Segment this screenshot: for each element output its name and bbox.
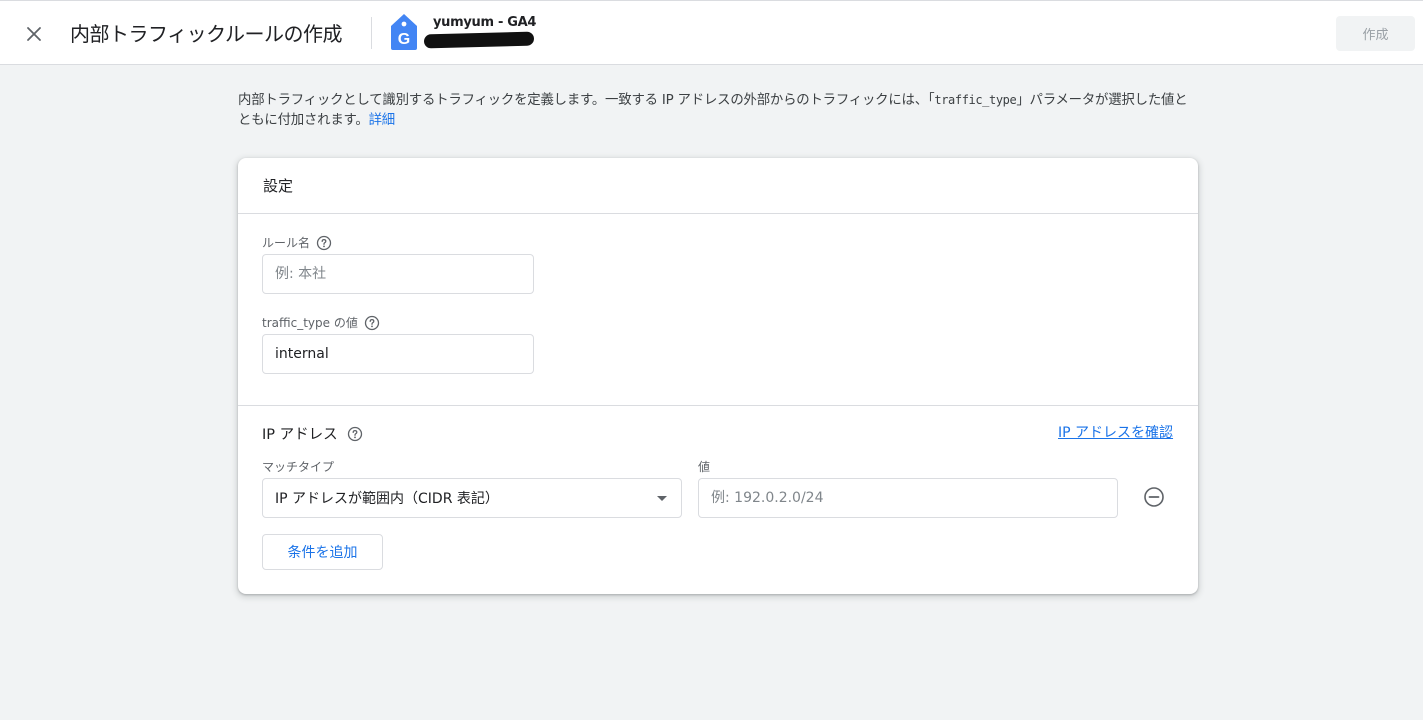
settings-card: 設定 ルール名 traffic_type の値 IP アドレス IP アドレスを… bbox=[238, 158, 1198, 594]
remove-condition-icon[interactable] bbox=[1143, 486, 1165, 508]
dropdown-arrow-icon bbox=[657, 496, 667, 501]
traffic-type-input[interactable] bbox=[262, 334, 534, 374]
create-button[interactable]: 作成 bbox=[1336, 16, 1415, 51]
page-title: 内部トラフィックルールの作成 bbox=[70, 22, 343, 46]
svg-text:G: G bbox=[398, 31, 410, 48]
match-type-value: IP アドレスが範囲内（CIDR 表記） bbox=[275, 491, 499, 507]
match-type-label: マッチタイプ bbox=[262, 460, 335, 474]
rule-name-input[interactable] bbox=[262, 254, 534, 294]
redacted-account-name bbox=[423, 31, 535, 49]
match-type-select[interactable]: IP アドレスが範囲内（CIDR 表記） bbox=[262, 478, 682, 518]
traffic-type-label-text: traffic_type の値 bbox=[262, 316, 358, 330]
rule-name-label-text: ルール名 bbox=[262, 236, 311, 250]
rule-name-label: ルール名 bbox=[262, 234, 332, 251]
analytics-property-tag-icon: G bbox=[391, 14, 417, 50]
learn-more-link[interactable]: 詳細 bbox=[369, 113, 396, 128]
description-part: 内部トラフィックとして識別するトラフィックを定義します。一致する IP アドレス… bbox=[238, 93, 935, 108]
ip-value-input[interactable] bbox=[698, 478, 1118, 518]
traffic-type-label: traffic_type の値 bbox=[262, 314, 380, 331]
close-icon bbox=[27, 27, 41, 41]
ip-address-title-text: IP アドレス bbox=[262, 427, 338, 443]
help-icon[interactable] bbox=[316, 235, 332, 251]
ip-address-section-title: IP アドレス bbox=[262, 423, 363, 444]
card-header: 設定 bbox=[238, 158, 1198, 214]
close-button[interactable] bbox=[20, 20, 48, 48]
help-icon[interactable] bbox=[364, 315, 380, 331]
property-name: yumyum - GA4 bbox=[433, 15, 537, 30]
title-divider bbox=[371, 17, 372, 49]
check-ip-address-link[interactable]: IP アドレスを確認 bbox=[1058, 422, 1173, 442]
card-title: 設定 bbox=[263, 177, 294, 195]
ip-value-label: 値 bbox=[698, 460, 711, 474]
top-app-bar: 内部トラフィックルールの作成 G yumyum - GA4 作成 bbox=[0, 0, 1423, 65]
traffic-type-code: traffic_type bbox=[934, 93, 1017, 107]
section-divider bbox=[238, 405, 1198, 406]
add-condition-button[interactable]: 条件を追加 bbox=[262, 534, 383, 570]
description-text: 内部トラフィックとして識別するトラフィックを定義します。一致する IP アドレス… bbox=[238, 90, 1200, 131]
help-icon[interactable] bbox=[347, 426, 363, 442]
